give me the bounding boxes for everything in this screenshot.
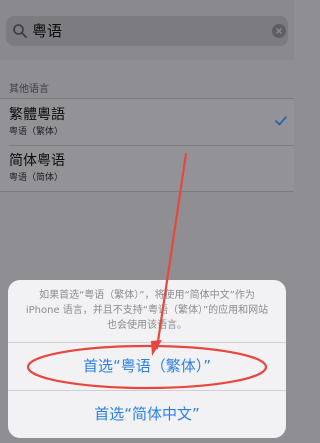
message-line: 如果首选“粤语（繁体）”，将使用“简体中文”作为 [39, 290, 255, 301]
search-input[interactable]: 粤语 [32, 21, 62, 41]
message-line: iPhone 语言，并且不支持“粤语（繁体）”的应用和网站 [25, 305, 269, 316]
action-sheet: 如果首选“粤语（繁体）”，将使用“简体中文”作为 iPhone 语言，并且不支持… [8, 280, 286, 438]
message-line: 也会使用该语言。 [107, 320, 187, 331]
language-subtitle: 粤语（简体） [9, 173, 64, 183]
clear-icon[interactable] [272, 24, 286, 38]
language-item-traditional-cantonese[interactable]: 繁體粵語 粤语（繁体） [9, 99, 294, 146]
checkmark-icon [275, 116, 287, 126]
section-header: 其他语言 [9, 84, 49, 95]
prefer-traditional-cantonese-button[interactable]: 首选“粤语（繁体）” [8, 343, 286, 390]
prefer-simplified-chinese-button[interactable]: 首选“简体中文” [8, 391, 286, 438]
language-subtitle: 粤语（繁体） [9, 127, 64, 137]
search-field[interactable]: 粤语 [6, 16, 288, 46]
language-list: 繁體粵語 粤语（繁体） 简体粤语 粤语（简体） [0, 98, 294, 192]
language-title: 简体粤语 [9, 153, 65, 169]
language-title: 繁體粵語 [9, 107, 65, 123]
language-item-simplified-cantonese[interactable]: 简体粤语 粤语（简体） [9, 145, 294, 191]
search-bar: 粤语 [0, 0, 294, 60]
search-icon [13, 24, 27, 38]
action-sheet-message: 如果首选“粤语（繁体）”，将使用“简体中文”作为 iPhone 语言，并且不支持… [18, 288, 276, 340]
